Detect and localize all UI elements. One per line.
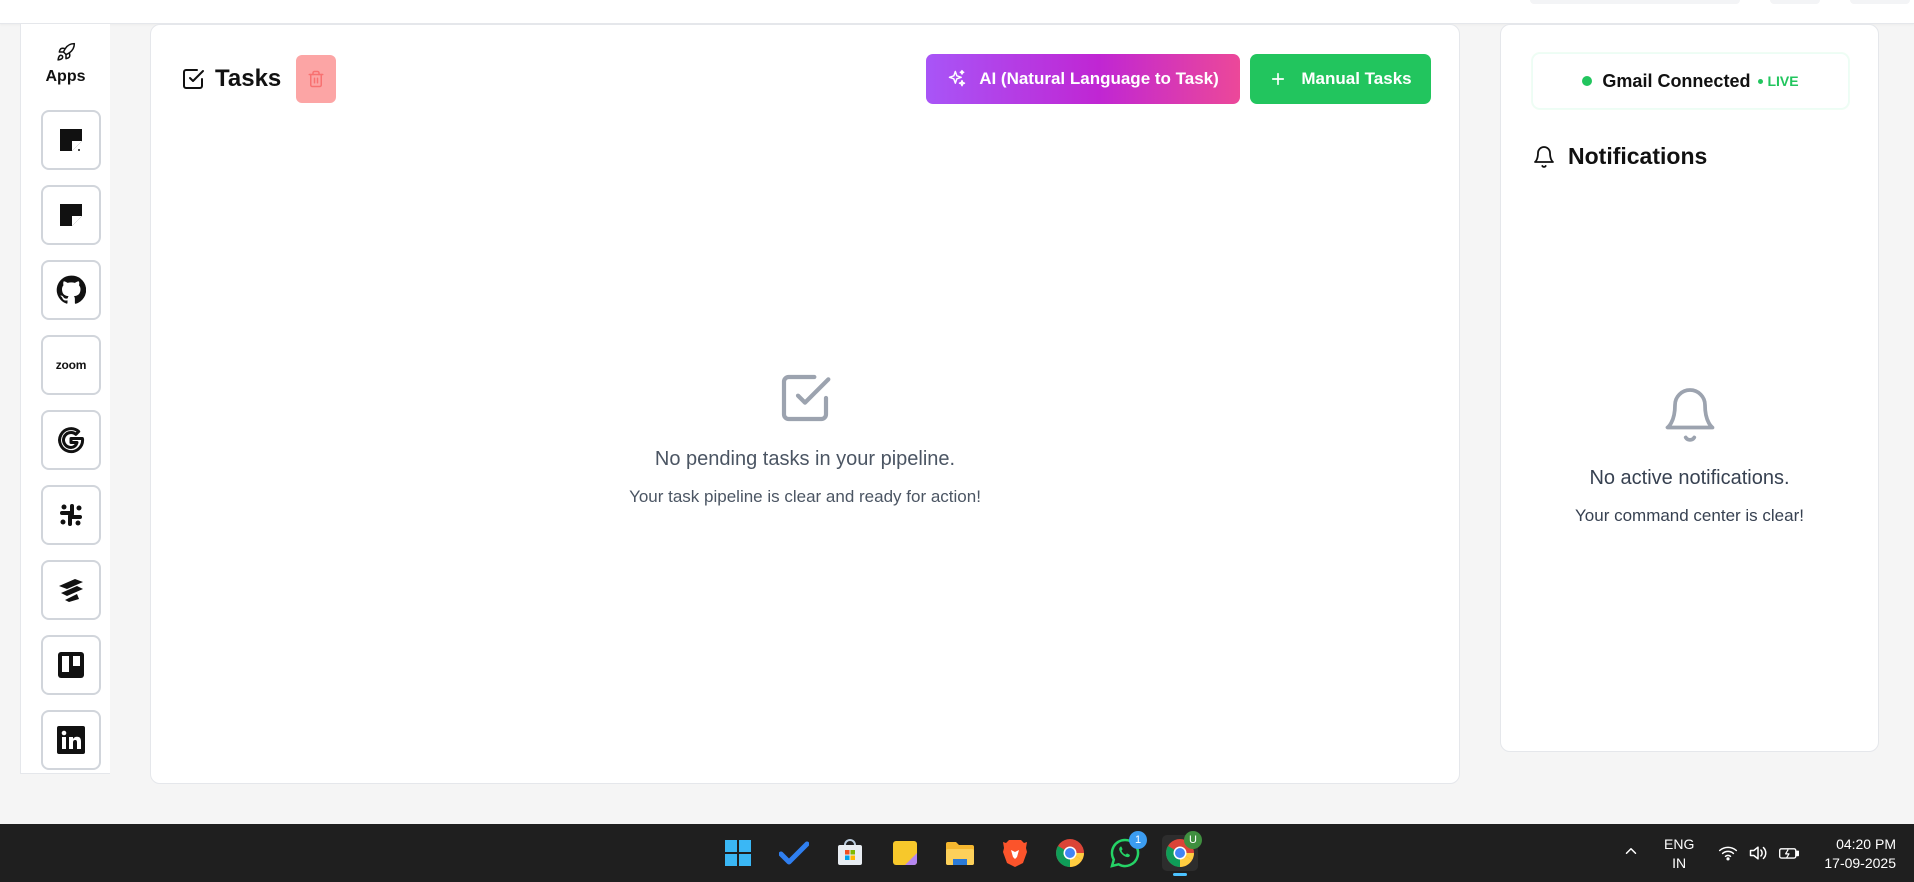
top-bar-shadow <box>1530 0 1740 4</box>
clock-date: 17-09-2025 <box>1824 855 1896 871</box>
chrome-icon <box>1056 839 1084 867</box>
app-github[interactable] <box>41 260 101 320</box>
notifications-title: Notifications <box>1568 143 1708 169</box>
gmail-status-label: Gmail Connected <box>1602 70 1751 91</box>
app-notion-1[interactable] <box>41 110 101 170</box>
app-zoom[interactable]: zoom <box>41 335 101 395</box>
gmail-status-badge: Gmail Connected LIVE <box>1532 53 1849 109</box>
chrome-profile-badge: U <box>1184 831 1202 849</box>
tasks-empty-state: No pending tasks in your pipeline. Your … <box>151 370 1459 507</box>
trello-icon <box>58 652 84 678</box>
taskbar-store[interactable] <box>832 835 868 871</box>
delete-tasks-button[interactable] <box>296 55 336 103</box>
top-bar-shadow <box>1770 0 1820 4</box>
tasks-header: Tasks <box>181 65 281 93</box>
rocket-icon <box>56 42 75 61</box>
top-bar <box>0 0 1914 24</box>
language-line1: ENG <box>1664 836 1695 852</box>
taskbar-sticky-notes[interactable] <box>887 835 923 871</box>
linkedin-icon <box>57 726 85 754</box>
sparkles-icon <box>948 69 966 87</box>
app-google[interactable] <box>41 410 101 470</box>
wifi-icon <box>1718 846 1738 861</box>
app-slack[interactable] <box>41 485 101 545</box>
taskbar-whatsapp[interactable]: 1 <box>1107 831 1147 871</box>
plus-icon <box>1272 72 1285 86</box>
top-bar-shadow <box>1850 0 1910 4</box>
notifications-empty-state: No active notifications. Your command ce… <box>1501 385 1878 526</box>
tasks-title: Tasks <box>215 65 282 92</box>
live-indicator: LIVE <box>1758 73 1799 89</box>
jira-icon <box>59 579 83 602</box>
checkbox-icon <box>183 69 204 89</box>
live-dot <box>1758 78 1764 84</box>
checkbox-icon <box>781 374 831 422</box>
taskbar-file-explorer[interactable] <box>942 835 978 871</box>
tasks-panel: Tasks AI (Natural Language to Task) Manu… <box>150 24 1460 784</box>
app-trello[interactable] <box>41 635 101 695</box>
github-icon <box>56 275 86 304</box>
active-app-indicator <box>1173 873 1187 876</box>
sticky-notes-icon <box>893 841 917 865</box>
chevron-up-icon <box>1625 848 1637 854</box>
apps-header: Apps <box>21 42 110 86</box>
notifications-header: Notifications <box>1532 143 1707 170</box>
notion-icon <box>60 204 82 226</box>
system-tray[interactable] <box>1718 844 1800 862</box>
language-indicator[interactable]: ENG IN <box>1664 835 1694 873</box>
notifications-panel: Gmail Connected LIVE Notifications No ac… <box>1500 24 1879 752</box>
taskbar-todo[interactable] <box>776 835 812 871</box>
bell-icon <box>1665 388 1714 442</box>
microsoft-store-icon <box>838 839 862 865</box>
live-label: LIVE <box>1767 73 1799 89</box>
clock-time: 04:20 PM <box>1836 836 1896 852</box>
manual-tasks-button-label: Manual Tasks <box>1301 69 1412 88</box>
app-notion-2[interactable] <box>41 185 101 245</box>
taskbar-chrome[interactable] <box>1052 835 1088 871</box>
google-icon <box>58 427 85 454</box>
windows-taskbar: 1 U ENG IN 04:20 PM 17-09-2025 <box>0 824 1914 882</box>
taskbar-start[interactable] <box>720 835 756 871</box>
brave-icon <box>1003 840 1027 867</box>
bell-icon <box>1534 145 1554 168</box>
ai-task-button-label: AI (Natural Language to Task) <box>979 69 1219 88</box>
language-line2: IN <box>1672 855 1687 871</box>
app-jira[interactable] <box>41 560 101 620</box>
manual-tasks-button[interactable]: Manual Tasks <box>1250 54 1431 104</box>
notifications-empty-title: No active notifications. <box>1589 467 1790 489</box>
status-dot <box>1582 76 1593 86</box>
system-clock[interactable]: 04:20 PM 17-09-2025 <box>1824 835 1896 873</box>
zoom-icon: zoom <box>55 358 87 372</box>
whatsapp-badge: 1 <box>1129 831 1147 849</box>
volume-icon <box>1749 846 1767 860</box>
apps-sidebar: Apps zoom <box>20 24 110 774</box>
apps-heading: Apps <box>45 68 86 85</box>
tasks-empty-subtitle: Your task pipeline is clear and ready fo… <box>629 487 981 506</box>
tray-overflow-button[interactable] <box>1622 842 1640 865</box>
taskbar-chrome-profile[interactable]: U <box>1162 831 1202 876</box>
notifications-empty-subtitle: Your command center is clear! <box>1575 506 1804 525</box>
microsoft-todo-icon <box>779 841 809 865</box>
folder-icon <box>946 842 974 865</box>
windows-start-icon <box>725 840 751 866</box>
notion-icon <box>60 129 82 151</box>
app-linkedin[interactable] <box>41 710 101 770</box>
taskbar-brave[interactable] <box>997 835 1033 871</box>
slack-icon <box>60 504 82 526</box>
trash-icon <box>308 70 324 88</box>
ai-task-button[interactable]: AI (Natural Language to Task) <box>926 54 1240 104</box>
battery-charging-icon <box>1779 848 1799 859</box>
tasks-empty-title: No pending tasks in your pipeline. <box>654 448 956 470</box>
